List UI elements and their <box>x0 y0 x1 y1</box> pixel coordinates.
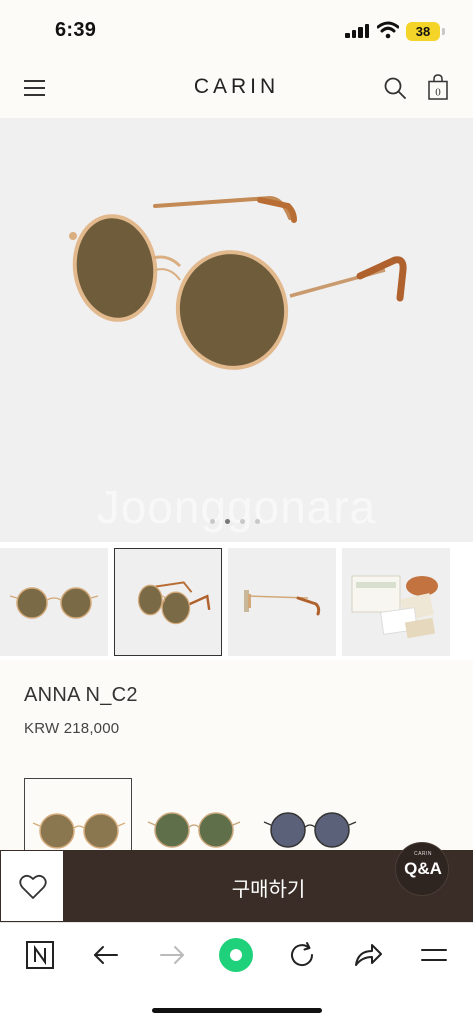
thumbnail-angle[interactable] <box>114 548 222 656</box>
wifi-icon <box>377 21 399 39</box>
battery-indicator: 38 <box>406 22 440 41</box>
wishlist-button[interactable] <box>0 850 64 922</box>
shopping-bag-icon[interactable]: 0 <box>428 74 448 100</box>
color-option-navy[interactable] <box>256 778 364 858</box>
cellular-signal-icon <box>345 24 371 38</box>
color-option-green[interactable] <box>140 778 248 858</box>
product-info: ANNA N_C2 KRW 218,000 <box>0 660 473 858</box>
forward-arrow-icon[interactable] <box>156 939 188 971</box>
qa-brand-text: CARIN <box>413 851 433 857</box>
site-header: CARIN 0 <box>0 58 473 118</box>
refresh-icon[interactable] <box>286 939 318 971</box>
search-icon[interactable] <box>384 77 406 99</box>
qa-label: Q&A <box>404 859 442 878</box>
cart-count: 0 <box>435 87 441 99</box>
color-option-brown[interactable] <box>24 778 132 858</box>
product-hero-image[interactable]: Joonggonara <box>0 118 473 542</box>
thumbnail-package[interactable] <box>342 548 450 656</box>
back-arrow-icon[interactable] <box>90 939 122 971</box>
share-icon[interactable] <box>352 939 384 971</box>
status-time: 6:39 <box>55 19 97 41</box>
carousel-dot[interactable] <box>255 519 260 524</box>
naver-home-icon[interactable] <box>24 939 56 971</box>
carousel-dot-active[interactable] <box>225 519 230 524</box>
product-price: KRW 218,000 <box>24 720 120 737</box>
status-bar: 6:39 38 <box>0 0 473 58</box>
thumbnail-front[interactable] <box>0 548 108 656</box>
thumbnail-side[interactable] <box>228 548 336 656</box>
sunglasses-image <box>69 195 407 370</box>
green-dot-icon[interactable] <box>218 937 254 973</box>
heart-icon <box>19 874 47 899</box>
battery-tip <box>442 28 445 35</box>
watermark-text: Joonggonara <box>96 481 377 533</box>
thumbnail-strip <box>0 548 473 658</box>
qa-floating-button[interactable]: CARIN Q&A <box>395 842 449 896</box>
more-menu-icon[interactable] <box>418 939 450 971</box>
product-name: ANNA N_C2 <box>24 684 138 706</box>
home-indicator <box>152 1008 322 1013</box>
carousel-dot[interactable] <box>210 519 215 524</box>
carousel-dot[interactable] <box>240 519 245 524</box>
